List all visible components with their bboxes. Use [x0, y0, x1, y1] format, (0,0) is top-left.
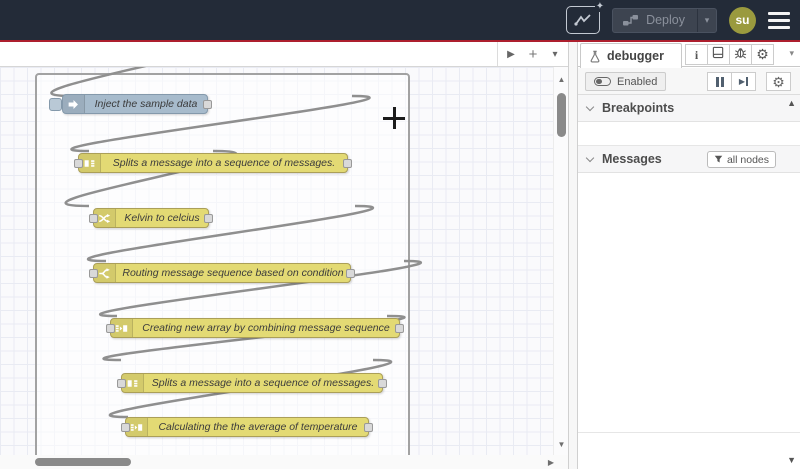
- chevron-down-icon: [585, 153, 595, 162]
- input-port[interactable]: [106, 324, 115, 333]
- flow-node-inject[interactable]: Inject the sample data: [49, 94, 212, 114]
- node-label: Splits a message into a sequence of mess…: [112, 157, 336, 169]
- section-body-breakpoints: [578, 122, 800, 146]
- scroll-up-icon[interactable]: ▲: [554, 75, 569, 84]
- output-port[interactable]: [346, 269, 355, 278]
- inject-icon: [63, 95, 85, 113]
- sidebar-menu-button[interactable]: ▾: [789, 48, 794, 59]
- add-flow-button[interactable]: +: [522, 43, 544, 65]
- deploy-button-group: Deploy ▾: [612, 7, 717, 33]
- node-red-editor: ✦ Deploy ▾ su ▶ + ▾ Inject the sample da…: [0, 0, 800, 469]
- config-nodes-button[interactable]: ⚙: [751, 44, 774, 65]
- chevron-down-icon: [585, 102, 595, 111]
- canvas-vertical-scrollbar[interactable]: ▲ ▼: [553, 67, 568, 455]
- scroll-right-icon[interactable]: ▶: [548, 458, 554, 467]
- flow-node-split[interactable]: Splits a message into a sequence of mess…: [117, 373, 387, 393]
- wires-layer: [50, 67, 423, 419]
- node-label: Inject the sample data: [94, 98, 198, 110]
- export-flow-button[interactable]: ✦: [566, 1, 606, 34]
- output-port[interactable]: [395, 324, 404, 333]
- deploy-button[interactable]: Deploy: [613, 9, 697, 32]
- hamburger-icon: [768, 11, 790, 15]
- debugger-settings-button[interactable]: ⚙: [766, 72, 791, 91]
- avatar-initials: su: [735, 13, 750, 27]
- inject-trigger-button[interactable]: [49, 98, 62, 111]
- pause-button[interactable]: [707, 72, 732, 91]
- sidebar-scroll-down-icon[interactable]: ▼: [787, 455, 796, 465]
- gear-icon: ⚙: [772, 73, 785, 90]
- tab-debugger[interactable]: debugger: [580, 43, 682, 68]
- user-avatar[interactable]: su: [729, 6, 756, 34]
- input-port[interactable]: [74, 159, 83, 168]
- filter-nodes-button[interactable]: all nodes: [706, 151, 776, 168]
- info-button[interactable]: i: [685, 44, 708, 65]
- enabled-label: Enabled: [617, 75, 658, 88]
- section-header-messages[interactable]: Messages all nodes: [578, 146, 800, 173]
- horizontal-scroll-thumb[interactable]: [35, 458, 131, 466]
- input-port[interactable]: [89, 214, 98, 223]
- book-icon: [712, 46, 725, 64]
- flow-node-change[interactable]: Kelvin to celcius: [89, 208, 213, 228]
- chevron-down-icon: ▾: [789, 48, 794, 58]
- sparkle-icon: ✦: [594, 1, 606, 12]
- sidebar-scroll-up-icon[interactable]: ▲: [787, 98, 796, 108]
- flow-tab-bar: ▶ + ▾: [0, 42, 568, 67]
- chevron-down-icon: ▾: [704, 14, 710, 25]
- funnel-icon: [714, 155, 723, 163]
- crosshair-cursor: [383, 107, 405, 129]
- wire[interactable]: [50, 67, 234, 98]
- node-label: Calculating the the average of temperatu…: [158, 421, 358, 433]
- deploy-options-button[interactable]: ▾: [697, 8, 716, 32]
- deploy-icon: [623, 15, 639, 26]
- flow-node-join[interactable]: Creating new array by combining message …: [106, 318, 404, 338]
- vertical-scroll-thumb[interactable]: [557, 93, 566, 137]
- toggle-on-icon: [594, 77, 611, 86]
- pause-icon: [715, 76, 724, 87]
- node-label: Creating new array by combining message …: [142, 322, 390, 334]
- main-menu-button[interactable]: [768, 10, 790, 31]
- input-port[interactable]: [89, 269, 98, 278]
- input-port[interactable]: [121, 423, 130, 432]
- node-label: Kelvin to celcius: [124, 212, 200, 224]
- flow-chart-icon: [574, 14, 591, 26]
- canvas-horizontal-scrollbar[interactable]: ▶: [0, 455, 568, 469]
- sidebar-splitter[interactable]: [568, 42, 578, 469]
- flow-node-switch[interactable]: Routing message sequence based on condit…: [89, 263, 355, 283]
- debug-messages-button[interactable]: [729, 44, 752, 65]
- flow-canvas[interactable]: Inject the sample data Splits a message i…: [0, 67, 568, 455]
- info-icon: i: [694, 47, 699, 62]
- sidebar: debugger i ⚙ ▾ Enabled ▶ ⚙ Breakpoints M…: [578, 42, 800, 469]
- section-title: Messages: [602, 152, 662, 166]
- tab-label: debugger: [607, 49, 664, 63]
- output-port[interactable]: [364, 423, 373, 432]
- step-button[interactable]: ▶: [731, 72, 756, 91]
- section-title: Breakpoints: [602, 101, 675, 115]
- deploy-label: Deploy: [646, 13, 685, 27]
- library-button[interactable]: [707, 44, 730, 65]
- flow-node-join[interactable]: Calculating the the average of temperatu…: [121, 417, 373, 437]
- output-port[interactable]: [204, 214, 213, 223]
- output-port[interactable]: [343, 159, 352, 168]
- flow-next-button[interactable]: ▶: [500, 43, 522, 65]
- output-port[interactable]: [203, 100, 212, 109]
- section-body-messages: [578, 173, 800, 433]
- sidebar-tab-bar: debugger i ⚙ ▾: [578, 42, 800, 68]
- node-label: Splits a message into a sequence of mess…: [151, 377, 375, 389]
- debugger-toolbar: Enabled ▶ ⚙: [578, 68, 800, 95]
- bug-icon: [734, 46, 747, 64]
- step-forward-icon: ▶: [739, 77, 749, 86]
- input-port[interactable]: [117, 379, 126, 388]
- scroll-down-icon[interactable]: ▼: [554, 440, 569, 449]
- output-port[interactable]: [378, 379, 387, 388]
- debugger-enabled-toggle[interactable]: Enabled: [585, 72, 667, 91]
- header-bar: ✦ Deploy ▾ su: [0, 0, 800, 40]
- flask-icon: [590, 50, 600, 62]
- flow-node-split[interactable]: Splits a message into a sequence of mess…: [74, 153, 352, 173]
- node-label: Routing message sequence based on condit…: [122, 267, 344, 279]
- filter-label: all nodes: [726, 153, 769, 166]
- gear-icon: ⚙: [756, 45, 769, 62]
- section-header-breakpoints[interactable]: Breakpoints: [578, 95, 800, 122]
- flow-list-button[interactable]: ▾: [544, 43, 566, 65]
